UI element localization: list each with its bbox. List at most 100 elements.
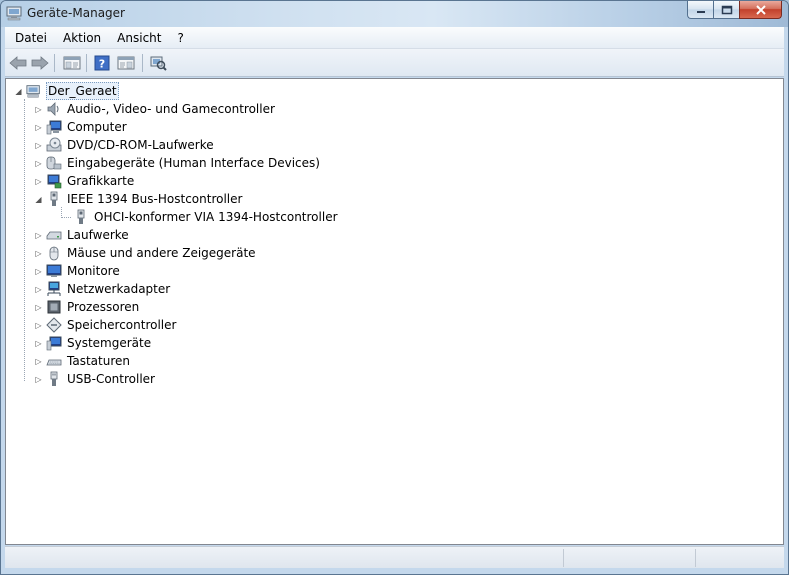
tree-node-ohci-controller[interactable]: OHCI-konformer VIA 1394-Hostcontroller [73,208,339,226]
tree-node-usb[interactable]: ▷ USB-Controller [34,370,156,388]
menu-ansicht[interactable]: Ansicht [109,28,169,48]
usb-icon [46,371,62,387]
menu-datei[interactable]: Datei [5,28,55,48]
mouse-icon [46,245,62,261]
tree-node-label: Monitore [67,264,120,278]
tree-node-label: Der_Geraet [46,82,119,100]
svg-text:?: ? [99,58,105,71]
expand-arrow-icon[interactable]: ▷ [34,177,43,186]
title-bar[interactable]: Geräte-Manager [1,1,788,27]
tree-node-dvd[interactable]: ▷ DVD/CD-ROM-Laufwerke [34,136,215,154]
system-device-icon [46,335,62,351]
show-hide-console-tree-button[interactable] [61,53,83,73]
collapse-arrow-icon[interactable]: ◢ [34,195,43,204]
expand-arrow-icon[interactable]: ▷ [34,375,43,384]
tree-node-system-devices[interactable]: ▷ Systemgeräte [34,334,152,352]
tree-node-processors[interactable]: ▷ Prozessoren [34,298,140,316]
tree-node-hid[interactable]: ▷ Eingabegeräte (Human Interface Devices… [34,154,321,172]
expand-arrow-icon[interactable]: ▷ [34,105,43,114]
dvd-drive-icon [46,137,62,153]
console-tree-icon [63,56,81,70]
firewire-icon [73,209,89,225]
back-button[interactable] [7,53,29,73]
tree-node-label: USB-Controller [67,372,155,386]
expand-arrow-icon[interactable]: ▷ [34,357,43,366]
tree-node-label: Eingabegeräte (Human Interface Devices) [67,156,320,170]
expand-arrow-icon[interactable]: ▷ [34,159,43,168]
expand-arrow-icon[interactable]: ▷ [34,267,43,276]
forward-arrow-icon [31,56,49,70]
minimize-icon [696,10,705,13]
speaker-icon [46,101,62,117]
tree-node-label: OHCI-konformer VIA 1394-Hostcontroller [94,210,338,224]
monitor-icon [46,263,62,279]
back-arrow-icon [9,56,27,70]
device-tree[interactable]: ◢ Der_Geraet ▷ Audio-, Video- und Gameco… [5,78,784,545]
disk-drive-icon [46,227,62,243]
close-button[interactable] [739,1,782,19]
scan-hardware-icon [150,56,167,71]
tree-root-node[interactable]: ◢ Der_Geraet [14,82,119,100]
computer-icon [26,83,42,99]
close-icon [755,4,766,15]
tree-node-label: Prozessoren [67,300,140,314]
tree-node-label: Audio-, Video- und Gamecontroller [67,102,275,116]
tree-node-label: Systemgeräte [67,336,152,350]
network-adapter-icon [46,281,62,297]
expand-arrow-icon[interactable]: ▷ [34,249,43,258]
tree-node-mice[interactable]: ▷ Mäuse und andere Zeigegeräte [34,244,257,262]
expand-arrow-icon[interactable]: ▷ [34,321,43,330]
monitor-icon [46,119,62,135]
tree-connector [61,217,71,218]
device-manager-icon [6,5,24,21]
tree-node-computer[interactable]: ▷ Computer [34,118,128,136]
toolbar: ? [5,49,784,77]
tree-node-keyboards[interactable]: ▷ Tastaturen [34,352,131,370]
firewire-icon [46,191,62,207]
tree-node-drives[interactable]: ▷ Laufwerke [34,226,130,244]
display-adapter-icon [46,173,62,189]
device-manager-window: Geräte-Manager Datei Aktion Ansicht ? ? … [0,0,789,575]
forward-button[interactable] [29,53,51,73]
expand-arrow-icon[interactable]: ▷ [34,231,43,240]
keyboard-icon [46,353,62,369]
expand-arrow-icon[interactable]: ▷ [34,339,43,348]
tree-node-label: Laufwerke [67,228,129,242]
toolbar-separator [54,54,55,72]
tree-node-label: Grafikkarte [67,174,135,188]
tree-node-label: Tastaturen [67,354,130,368]
expand-arrow-icon[interactable]: ▷ [34,123,43,132]
tree-node-label: Speichercontroller [67,318,177,332]
tree-node-label: Mäuse und andere Zeigegeräte [67,246,256,260]
expand-arrow-icon[interactable]: ▷ [34,141,43,150]
tree-node-monitors[interactable]: ▷ Monitore [34,262,121,280]
expand-arrow-icon[interactable]: ▷ [34,303,43,312]
processor-icon [46,299,62,315]
tree-node-label: DVD/CD-ROM-Laufwerke [67,138,214,152]
tree-node-network[interactable]: ▷ Netzwerkadapter [34,280,171,298]
minimize-button[interactable] [687,1,713,19]
tree-node-storage-controller[interactable]: ▷ Speichercontroller [34,316,177,334]
help-button[interactable]: ? [91,53,113,73]
toolbar-separator [142,54,143,72]
tree-node-ieee1394[interactable]: ◢ IEEE 1394 Bus-Hostcontroller [34,190,243,208]
maximize-button[interactable] [713,1,739,19]
collapse-arrow-icon[interactable]: ◢ [14,87,23,96]
scan-hardware-button[interactable] [147,53,169,73]
tree-node-label: Computer [67,120,127,134]
tree-node-audio[interactable]: ▷ Audio-, Video- und Gamecontroller [34,100,276,118]
tree-node-label: IEEE 1394 Bus-Hostcontroller [67,192,243,206]
status-divider [695,549,696,567]
menu-bar: Datei Aktion Ansicht ? [5,27,784,49]
properties-button[interactable] [115,53,137,73]
keyboard-mouse-icon [46,155,62,171]
menu-aktion[interactable]: Aktion [55,28,109,48]
tree-connector [24,99,25,381]
caption-buttons [687,1,782,19]
help-icon: ? [94,55,110,71]
tree-node-graphics[interactable]: ▷ Grafikkarte [34,172,135,190]
window-title: Geräte-Manager [27,6,125,20]
storage-controller-icon [46,317,62,333]
expand-arrow-icon[interactable]: ▷ [34,285,43,294]
menu-help[interactable]: ? [169,28,191,48]
